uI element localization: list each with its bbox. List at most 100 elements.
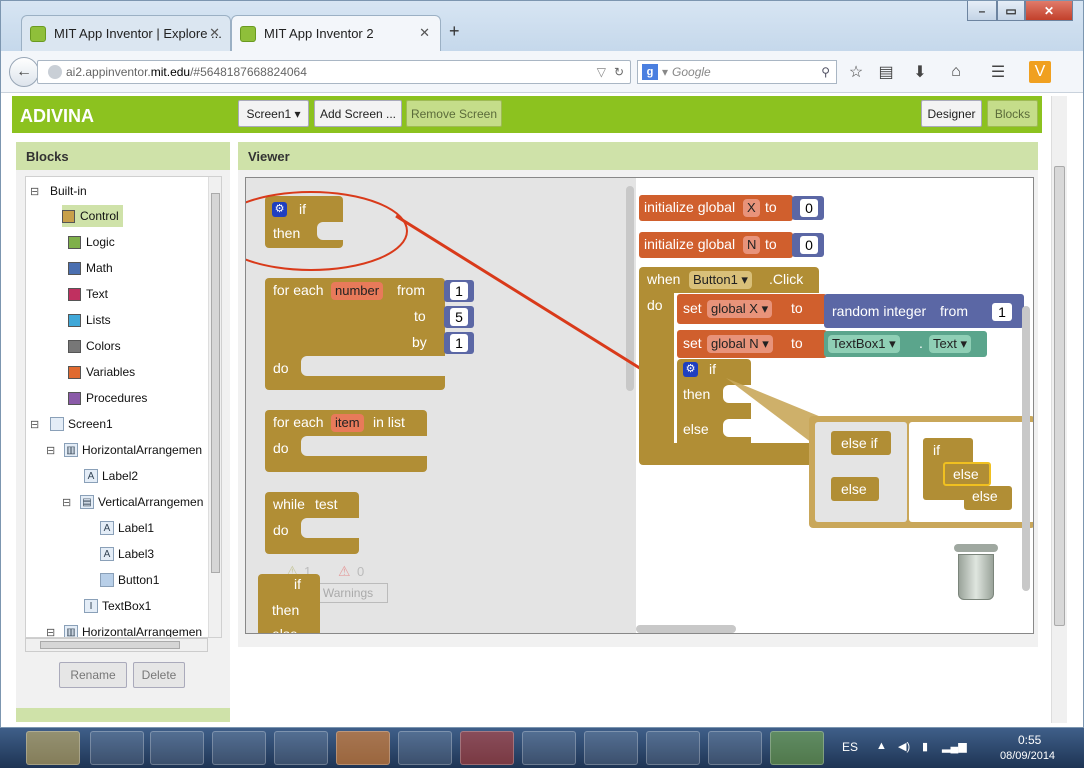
scrollbar-thumb[interactable] <box>40 641 180 649</box>
app-icon[interactable] <box>646 731 700 765</box>
menu-icon[interactable]: ☰ <box>987 61 1009 83</box>
tree-label3[interactable]: A Label3 <box>100 544 154 564</box>
category-text[interactable]: Text <box>68 284 108 304</box>
mutator-else-item[interactable]: else <box>964 486 1012 510</box>
pdf-icon[interactable] <box>398 731 452 765</box>
search-box[interactable]: g ▾ Google ⚲ <box>637 60 837 84</box>
delete-button[interactable]: Delete <box>133 662 185 688</box>
clock-time[interactable]: 0:55 <box>1018 733 1041 747</box>
category-math[interactable]: Math <box>68 258 113 278</box>
tab-close-icon[interactable]: ✕ <box>209 25 220 41</box>
tree-textbox1[interactable]: I TextBox1 <box>84 596 151 616</box>
remove-screen-button[interactable]: Remove Screen <box>406 100 502 127</box>
block-label: else if <box>841 435 878 451</box>
viewer-title: Viewer <box>238 142 1038 170</box>
mutator-bubble-tail <box>726 378 826 446</box>
tree-vertical-scrollbar[interactable] <box>208 177 221 637</box>
mutator-else-item-selected[interactable]: else <box>943 462 991 486</box>
mail-icon[interactable] <box>274 731 328 765</box>
blocks-workspace[interactable]: ⚙ if then for each number from to by do … <box>245 177 1034 634</box>
tab-explore[interactable]: MIT App Inventor | Explore ... ✕ <box>21 15 231 51</box>
tree-screen1[interactable]: ⊟ Screen1 <box>30 414 113 434</box>
notepad-icon[interactable] <box>150 731 204 765</box>
dropdown-arrow-icon[interactable]: ▽ <box>597 65 606 79</box>
tree-builtin[interactable]: ⊟ Built-in <box>30 181 87 201</box>
firefox-icon[interactable] <box>336 731 390 765</box>
tray-arrow-icon[interactable]: ▲ <box>876 740 887 752</box>
keyboard-icon[interactable] <box>708 731 762 765</box>
scrollbar-thumb[interactable] <box>211 193 220 573</box>
language-indicator[interactable]: ES <box>842 740 858 754</box>
bookmarks-list-icon[interactable]: ▤ <box>875 61 897 83</box>
paint-icon[interactable] <box>522 731 576 765</box>
category-variables[interactable]: Variables <box>68 362 135 382</box>
category-control[interactable]: Control <box>62 205 123 227</box>
addon-icon[interactable]: V <box>1029 61 1051 83</box>
add-screen-button[interactable]: Add Screen ... <box>314 100 402 127</box>
block-label: else <box>972 488 998 504</box>
category-lists[interactable]: Lists <box>68 310 111 330</box>
screen-select-button[interactable]: Screen1 ▾ <box>238 100 309 127</box>
workspace-horizontal-scrollbar[interactable] <box>636 625 736 633</box>
tab-app-inventor[interactable]: MIT App Inventor 2 ✕ <box>231 15 441 51</box>
android-icon[interactable] <box>770 731 824 765</box>
media-panel-header <box>16 708 230 722</box>
block-label: if <box>933 442 940 458</box>
trash-can-icon[interactable] <box>954 544 998 602</box>
network-icon[interactable]: ▂▄▆ <box>942 740 967 753</box>
address-bar[interactable]: ai2.appinventor. mit.edu/#564818766882406… <box>37 60 631 84</box>
new-tab-button[interactable]: + <box>449 21 460 42</box>
clock-date[interactable]: 08/09/2014 <box>1000 750 1055 762</box>
folder-icon[interactable] <box>212 731 266 765</box>
category-label: Logic <box>86 235 115 249</box>
scrollbar-thumb[interactable] <box>1054 166 1065 626</box>
battery-icon[interactable]: ▮ <box>922 740 928 753</box>
category-label: Control <box>80 209 119 223</box>
search-engine-dropdown-icon[interactable]: ▾ <box>662 65 668 79</box>
mutator-else-if-block[interactable]: else if <box>831 431 891 455</box>
collapse-icon[interactable]: ⊟ <box>30 185 42 198</box>
chrome-icon[interactable] <box>460 731 514 765</box>
rename-button[interactable]: Rename <box>59 662 127 688</box>
url-host: mit.edu <box>150 65 191 79</box>
tree-button1[interactable]: Button1 <box>100 570 159 590</box>
tab-close-icon[interactable]: ✕ <box>419 25 430 41</box>
tree-label2[interactable]: A Label2 <box>84 466 138 486</box>
maximize-button[interactable]: ▭ <box>997 1 1025 21</box>
workspace-vertical-scrollbar[interactable] <box>1022 306 1030 591</box>
button-icon <box>100 573 114 587</box>
collapse-icon[interactable]: ⊟ <box>30 418 42 431</box>
mutator-else-block[interactable]: else <box>831 477 879 501</box>
minimize-button[interactable]: – <box>967 1 997 21</box>
blocks-button[interactable]: Blocks <box>987 100 1038 127</box>
total-commander-icon[interactable] <box>90 731 144 765</box>
category-label: Lists <box>86 313 111 327</box>
search-icon[interactable]: ⚲ <box>821 65 830 79</box>
file-explorer-icon[interactable] <box>26 731 80 765</box>
monitor-icon[interactable] <box>584 731 638 765</box>
collapse-icon[interactable]: ⊟ <box>46 444 58 457</box>
tree-horizontal-arrangement-2[interactable]: ⊟ ▥ HorizontalArrangemen <box>46 622 202 638</box>
designer-button[interactable]: Designer <box>921 100 982 127</box>
back-arrow-icon[interactable]: ← <box>9 57 39 87</box>
tree-vertical-arrangement[interactable]: ⊟ ▤ VerticalArrangemen <box>62 492 203 512</box>
home-icon[interactable]: ⌂ <box>945 61 967 83</box>
reload-icon[interactable]: ↻ <box>614 65 624 79</box>
category-colors[interactable]: Colors <box>68 336 121 356</box>
collapse-icon[interactable]: ⊟ <box>46 626 58 638</box>
tree-label: HorizontalArrangemen <box>82 443 203 457</box>
category-procedures[interactable]: Procedures <box>68 388 147 408</box>
volume-icon[interactable]: ◀) <box>898 740 910 753</box>
tree-horizontal-scrollbar[interactable] <box>25 638 208 652</box>
download-icon[interactable]: ⬇ <box>909 61 931 83</box>
math-color-icon <box>68 261 81 275</box>
tree-label1[interactable]: A Label1 <box>100 518 154 538</box>
category-logic[interactable]: Logic <box>68 232 115 252</box>
collapse-icon[interactable]: ⊟ <box>62 496 74 509</box>
tree-horizontal-arrangement[interactable]: ⊟ ▥ HorizontalArrangemen <box>46 440 202 460</box>
page-scrollbar[interactable] <box>1051 96 1067 723</box>
textbox-icon: I <box>84 599 98 613</box>
bookmark-star-icon[interactable]: ☆ <box>845 61 867 83</box>
browser-titlebar: MIT App Inventor | Explore ... ✕ MIT App… <box>1 1 1083 51</box>
close-window-button[interactable]: ✕ <box>1025 1 1073 21</box>
